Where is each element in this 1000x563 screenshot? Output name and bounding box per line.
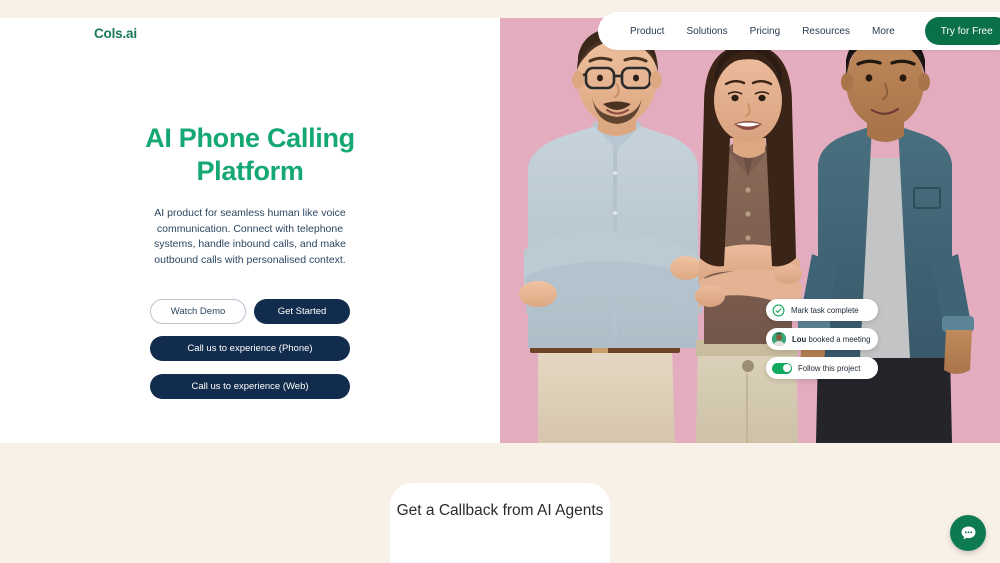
- nav-item-more[interactable]: More: [872, 26, 895, 37]
- nav-item-product[interactable]: Product: [630, 26, 664, 37]
- notification-label-meeting: Lou booked a meeting: [792, 335, 870, 344]
- notification-label-follow: Follow this project: [798, 363, 861, 373]
- call-phone-button[interactable]: Call us to experience (Phone): [150, 336, 350, 361]
- notification-label-task: Mark task complete: [791, 305, 859, 315]
- toggle-on-icon[interactable]: [772, 362, 792, 374]
- chat-widget-button[interactable]: [950, 515, 986, 551]
- hero-cta-row: Watch Demo Get Started: [150, 299, 350, 324]
- watch-demo-button[interactable]: Watch Demo: [150, 299, 246, 324]
- hero-subtitle: AI product for seamless human like voice…: [153, 207, 347, 266]
- notification-meeting-text: booked a meeting: [806, 334, 871, 344]
- page-title: AI Phone Calling Platform: [145, 123, 355, 186]
- nav-item-resources[interactable]: Resources: [802, 26, 850, 37]
- hero-photo: [500, 18, 1000, 443]
- brand-logo[interactable]: Cols.ai: [94, 26, 137, 41]
- hero-left-panel: Cols.ai AI Phone Calling Platform AI pro…: [0, 18, 500, 443]
- notification-card-meeting[interactable]: Lou booked a meeting: [766, 328, 878, 350]
- try-for-free-button[interactable]: Try for Free: [924, 17, 1000, 45]
- nav-item-pricing[interactable]: Pricing: [750, 26, 781, 37]
- get-started-button[interactable]: Get Started: [254, 299, 350, 324]
- callback-title: Get a Callback from AI Agents: [396, 502, 604, 519]
- main-navigation: Product Solutions Pricing Resources More…: [598, 12, 1000, 50]
- check-circle-icon: [772, 304, 785, 317]
- avatar: [772, 332, 786, 346]
- chat-bubble-icon: [959, 524, 978, 543]
- floating-notification-cards: Mark task complete Lou booked a meeting …: [766, 299, 878, 379]
- hero-copy-block: AI Phone Calling Platform AI product for…: [0, 122, 500, 268]
- nav-item-solutions[interactable]: Solutions: [686, 26, 727, 37]
- notification-card-follow[interactable]: Follow this project: [766, 357, 878, 379]
- notification-card-task[interactable]: Mark task complete: [766, 299, 878, 321]
- callback-card: Get a Callback from AI Agents: [390, 483, 610, 563]
- person-center: [695, 44, 802, 443]
- page-root: Cols.ai AI Phone Calling Platform AI pro…: [0, 0, 1000, 563]
- notification-user-name: Lou: [792, 334, 807, 344]
- call-web-button[interactable]: Call us to experience (Web): [150, 374, 350, 399]
- hero-photo-illustration: [500, 18, 1000, 443]
